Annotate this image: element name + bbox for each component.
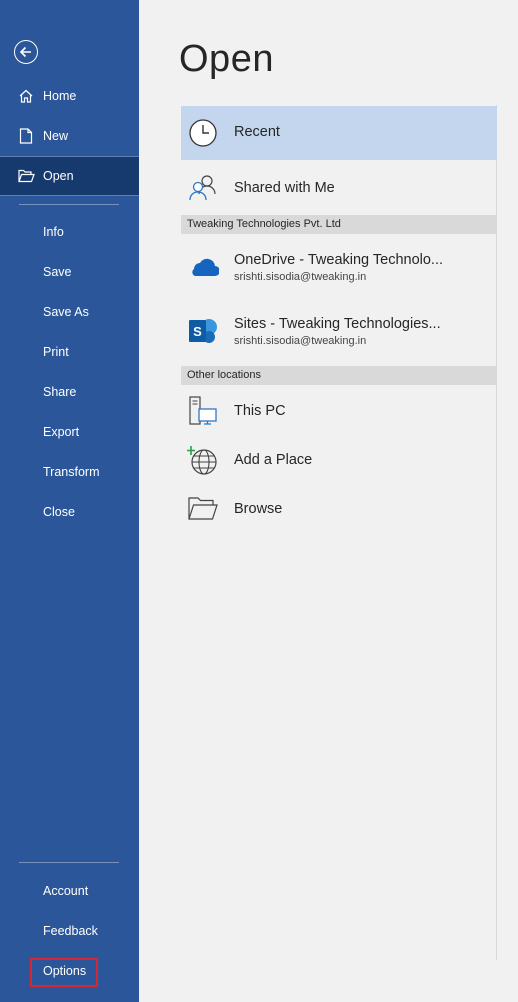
folder-icon (186, 492, 220, 526)
backstage-sidebar: Home New Open Info Save Save As Print Sh… (0, 0, 139, 1002)
location-account: srishti.sisodia@tweaking.in (234, 335, 367, 347)
page-title: Open (179, 38, 274, 80)
location-add-a-place[interactable]: Add a Place (181, 437, 497, 484)
location-text: Browse (234, 501, 282, 517)
location-text: Shared with Me (234, 180, 335, 196)
location-name: Sites - Tweaking Technologies... (234, 316, 441, 332)
location-name: Recent (234, 124, 280, 140)
sidebar-item-label: Transform (43, 465, 100, 479)
globe-add-icon (186, 443, 220, 477)
location-text: This PC (234, 403, 286, 419)
sidebar-item-label: Open (43, 169, 74, 183)
sidebar-item-info[interactable]: Info (0, 212, 139, 252)
location-sites[interactable]: S Sites - Tweaking Technologies... srish… (181, 300, 497, 362)
sidebar-item-label: Export (43, 425, 80, 439)
sidebar-divider (19, 204, 119, 205)
location-shared-with-me[interactable]: Shared with Me (181, 162, 497, 214)
location-account: srishti.sisodia@tweaking.in (234, 271, 367, 283)
svg-text:S: S (193, 324, 202, 339)
location-text: Sites - Tweaking Technologies... srishti… (234, 316, 441, 347)
home-icon (17, 87, 35, 105)
sidebar-divider (19, 862, 119, 863)
location-name: Shared with Me (234, 180, 335, 196)
sidebar-item-label: Feedback (43, 924, 98, 938)
sidebar-item-label: Share (43, 385, 77, 399)
sidebar-item-open[interactable]: Open (0, 156, 139, 196)
sidebar-item-label: Save (43, 265, 72, 279)
people-icon (186, 171, 220, 205)
sidebar-item-label: Close (43, 505, 75, 519)
back-button[interactable] (14, 40, 38, 64)
sidebar-item-print[interactable]: Print (0, 332, 139, 372)
section-header-other-locations: Other locations (181, 366, 497, 385)
sidebar-item-new[interactable]: New (0, 116, 139, 156)
sidebar-item-label: Home (43, 89, 77, 103)
sidebar-item-transform[interactable]: Transform (0, 452, 139, 492)
sharepoint-icon: S (186, 314, 220, 348)
location-text: Recent (234, 124, 280, 140)
back-arrow-icon (19, 46, 31, 58)
location-text: OneDrive - Tweaking Technolo... srishti.… (234, 252, 443, 283)
sidebar-item-save[interactable]: Save (0, 252, 139, 292)
sidebar-item-export[interactable]: Export (0, 412, 139, 452)
onedrive-cloud-icon (186, 250, 220, 284)
sidebar-item-feedback[interactable]: Feedback (0, 911, 139, 951)
new-document-icon (17, 127, 35, 145)
open-folder-icon (17, 167, 35, 185)
sidebar-item-account[interactable]: Account (0, 871, 139, 911)
sidebar-item-label: Options (43, 964, 87, 978)
location-recent[interactable]: Recent (181, 106, 497, 160)
sidebar-item-label: Save As (43, 305, 89, 319)
sidebar-item-share[interactable]: Share (0, 372, 139, 412)
location-this-pc[interactable]: This PC (181, 388, 497, 435)
sidebar-item-save-as[interactable]: Save As (0, 292, 139, 332)
sidebar-item-label: Info (43, 225, 64, 239)
sidebar-item-close[interactable]: Close (0, 492, 139, 532)
location-onedrive[interactable]: OneDrive - Tweaking Technolo... srishti.… (181, 236, 497, 298)
sidebar-item-label: New (43, 129, 69, 143)
sidebar-item-label: Account (43, 884, 89, 898)
computer-icon (186, 394, 220, 428)
location-name: OneDrive - Tweaking Technolo... (234, 252, 444, 268)
sidebar-item-options[interactable]: Options (0, 951, 139, 991)
section-header-organization: Tweaking Technologies Pvt. Ltd (181, 215, 497, 234)
location-name: This PC (234, 403, 286, 419)
location-browse[interactable]: Browse (181, 486, 497, 533)
clock-icon (186, 116, 220, 150)
location-name: Browse (234, 501, 283, 517)
location-text: Add a Place (234, 452, 312, 468)
sidebar-item-label: Print (43, 345, 69, 359)
sidebar-item-home[interactable]: Home (0, 76, 139, 116)
location-name: Add a Place (234, 452, 313, 468)
